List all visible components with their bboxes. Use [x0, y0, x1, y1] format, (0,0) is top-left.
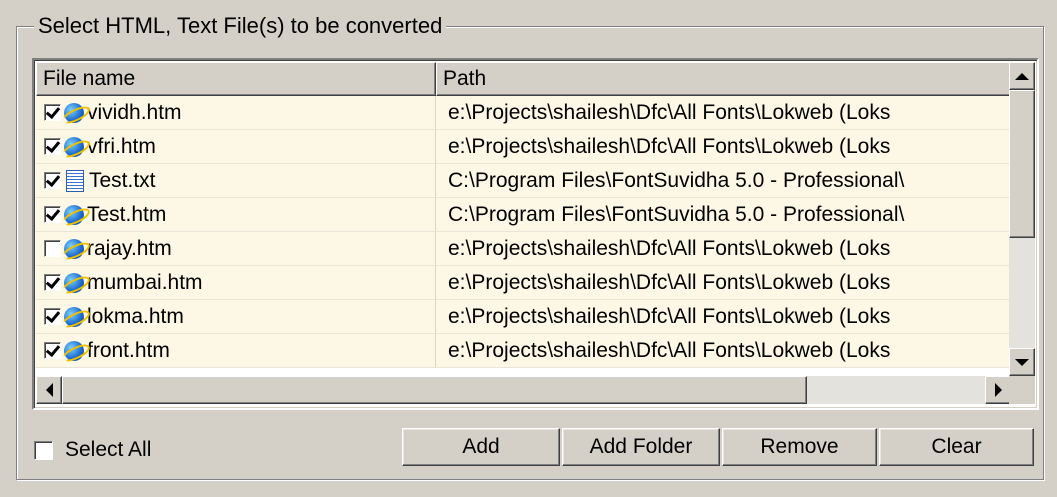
table-row[interactable]: rajay.htm e:\Projects\shailesh\Dfc\All Fo…	[36, 232, 1011, 266]
text-file-icon	[66, 169, 84, 192]
file-name-text: Test.txt	[89, 169, 156, 192]
file-name-cell: rajay.htm	[36, 232, 436, 265]
file-checkbox[interactable]	[44, 342, 61, 359]
file-checkbox[interactable]	[44, 206, 61, 223]
file-checkbox[interactable]	[44, 104, 61, 121]
clear-button[interactable]: Clear	[879, 428, 1034, 466]
ie-globe-icon	[64, 238, 84, 259]
arrow-up-icon	[1015, 72, 1029, 80]
list-rows: vividh.htm e:\Projects\shailesh\Dfc\All F…	[36, 96, 1011, 368]
list-header: File name Path	[36, 62, 1011, 96]
arrow-down-icon	[1015, 358, 1029, 366]
file-checkbox[interactable]	[44, 138, 61, 155]
file-name-cell: vfri.htm	[36, 130, 436, 163]
select-all-control[interactable]: Select All	[34, 438, 151, 462]
file-path-cell: C:\Program Files\FontSuvidha 5.0 - Profe…	[448, 203, 905, 226]
column-header-path[interactable]: Path	[436, 62, 1011, 96]
scroll-up-button[interactable]	[1009, 62, 1035, 90]
ie-globe-icon	[64, 306, 84, 327]
file-name-cell: Test.txt	[36, 164, 436, 197]
file-name-cell: Test.htm	[36, 198, 436, 231]
file-path-cell: e:\Projects\shailesh\Dfc\All Fonts\Lokwe…	[448, 271, 891, 294]
file-checkbox[interactable]	[44, 308, 61, 325]
table-row[interactable]: Test.txt C:\Program Files\FontSuvidha 5.0…	[36, 164, 1011, 198]
file-checkbox[interactable]	[44, 240, 61, 257]
scrollbar-corner	[1009, 376, 1035, 404]
file-name-text: lokma.htm	[87, 305, 184, 328]
vertical-scroll-thumb[interactable]	[1009, 90, 1035, 238]
table-row[interactable]: front.htm e:\Projects\shailesh\Dfc\All Fo…	[36, 334, 1011, 368]
file-path-cell: e:\Projects\shailesh\Dfc\All Fonts\Lokwe…	[448, 135, 891, 158]
group-title: Select HTML, Text File(s) to be converte…	[34, 13, 447, 39]
file-name-text: mumbai.htm	[87, 271, 203, 294]
ie-globe-icon	[64, 136, 84, 157]
horizontal-scrollbar[interactable]	[36, 376, 1011, 404]
ie-globe-icon	[64, 204, 84, 225]
file-checkbox[interactable]	[44, 274, 61, 291]
file-name-cell: lokma.htm	[36, 300, 436, 333]
file-path-cell: e:\Projects\shailesh\Dfc\All Fonts\Lokwe…	[448, 101, 891, 124]
file-name-cell: front.htm	[36, 334, 436, 367]
select-all-checkbox[interactable]	[34, 440, 53, 460]
file-name-text: vfri.htm	[87, 135, 156, 158]
table-row[interactable]: Test.htm C:\Program Files\FontSuvidha 5.0…	[36, 198, 1011, 232]
add-folder-button[interactable]: Add Folder	[562, 428, 720, 466]
file-path-cell: e:\Projects\shailesh\Dfc\All Fonts\Lokwe…	[448, 339, 891, 362]
file-path-cell: e:\Projects\shailesh\Dfc\All Fonts\Lokwe…	[448, 237, 891, 260]
file-name-text: front.htm	[87, 339, 170, 362]
file-name-text: vividh.htm	[87, 101, 182, 124]
table-row[interactable]: mumbai.htm e:\Projects\shailesh\Dfc\All F…	[36, 266, 1011, 300]
ie-globe-icon	[64, 272, 84, 293]
file-list[interactable]: File name Path vividh.htm e:\Projects\sha…	[32, 58, 1039, 410]
file-name-cell: mumbai.htm	[36, 266, 436, 299]
table-row[interactable]: vividh.htm e:\Projects\shailesh\Dfc\All F…	[36, 96, 1011, 130]
add-button[interactable]: Add	[402, 428, 560, 466]
remove-button[interactable]: Remove	[722, 428, 877, 466]
file-path-cell: e:\Projects\shailesh\Dfc\All Fonts\Lokwe…	[448, 305, 891, 328]
column-header-file-name[interactable]: File name	[36, 62, 436, 96]
file-name-cell: vividh.htm	[36, 96, 436, 129]
file-name-text: Test.htm	[87, 203, 167, 226]
vertical-scrollbar[interactable]	[1009, 62, 1035, 376]
table-row[interactable]: vfri.htm e:\Projects\shailesh\Dfc\All Fon…	[36, 130, 1011, 164]
scroll-right-button[interactable]	[985, 376, 1011, 404]
file-path-cell: C:\Program Files\FontSuvidha 5.0 - Profe…	[448, 169, 905, 192]
scroll-down-button[interactable]	[1009, 348, 1035, 376]
select-all-label: Select All	[65, 438, 152, 461]
arrow-right-icon	[994, 383, 1002, 397]
scroll-left-button[interactable]	[36, 376, 62, 404]
table-row[interactable]: lokma.htm e:\Projects\shailesh\Dfc\All Fo…	[36, 300, 1011, 334]
horizontal-scroll-thumb[interactable]	[62, 376, 807, 404]
file-name-text: rajay.htm	[87, 237, 172, 260]
file-checkbox[interactable]	[44, 172, 61, 189]
ie-globe-icon	[64, 340, 84, 361]
arrow-left-icon	[45, 383, 53, 397]
ie-globe-icon	[64, 102, 84, 123]
